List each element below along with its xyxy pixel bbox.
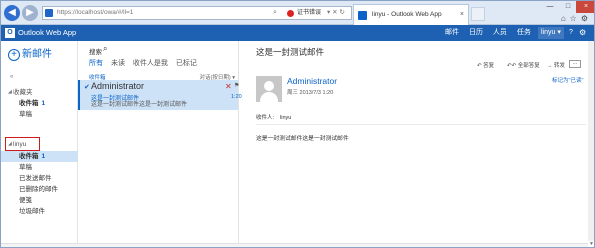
- close-window-button[interactable]: ×: [576, 1, 594, 13]
- reading-sender[interactable]: Administrator: [287, 76, 337, 86]
- minimize-button[interactable]: —: [541, 1, 559, 13]
- nav-tasks[interactable]: 任务: [517, 29, 531, 36]
- avatar: [256, 76, 282, 102]
- filter-bar: 所有 未读 收件人是我 已标记: [89, 58, 203, 68]
- fav-folder-inbox[interactable]: 收件箱 1: [1, 98, 78, 109]
- unread-count: 1: [41, 153, 46, 160]
- reply-all-button[interactable]: ↶↶ 全部答复: [507, 61, 540, 69]
- new-tab-button[interactable]: [471, 7, 485, 21]
- folder-sent[interactable]: 已发送邮件: [1, 173, 78, 184]
- message-preview: 这是一封测试邮件这是一封测试邮件: [91, 102, 188, 108]
- user-menu[interactable]: linyu ▾: [541, 25, 561, 41]
- folder-label: 草稿: [19, 111, 32, 118]
- refresh-icon[interactable]: ▾ ✕ ↻: [327, 7, 345, 19]
- new-mail-label: 新邮件: [22, 49, 52, 60]
- scroll-down-icon[interactable]: ▼: [589, 241, 594, 247]
- search-input[interactable]: 搜索: [89, 46, 102, 56]
- message-list-pane: 搜索 ⌕ 所有 未读 收件人是我 已标记 收件箱 对话(按日期) ▾ ✔ Adm…: [78, 41, 242, 247]
- home-favorites-settings-icons[interactable]: ⌂☆⚙: [561, 14, 592, 23]
- owa-header: O Outlook Web App 邮件 日历 人员 任务 linyu ▾ ? …: [1, 25, 594, 41]
- forward-button[interactable]: → 转发: [547, 61, 565, 69]
- filter-flagged[interactable]: 已标记: [176, 60, 197, 67]
- folder-junk[interactable]: 垃圾邮件: [1, 206, 78, 217]
- folder-label: 已删除的邮件: [19, 186, 58, 193]
- help-icon[interactable]: ?: [569, 25, 573, 41]
- fav-folder-drafts[interactable]: 草稿: [1, 109, 78, 120]
- horizontal-scrollbar[interactable]: [1, 243, 588, 247]
- check-icon[interactable]: ✔: [84, 83, 90, 91]
- address-bar[interactable]: https://localhost/owa/#/ll=1 ⌕ 证书错误 ▾ ✕ …: [42, 6, 352, 20]
- reading-date: 周三 2013/7/3 1:20: [287, 90, 334, 96]
- avatar-head: [264, 81, 274, 91]
- app-nav: 邮件 日历 人员 任务: [445, 25, 539, 41]
- folder-label: 垃圾邮件: [19, 208, 45, 215]
- app-title: Outlook Web App: [18, 28, 77, 37]
- favorites-label: 收藏夹: [13, 89, 33, 96]
- folder-label: 已发送邮件: [19, 175, 52, 182]
- browser-toolbar: ◀ ▶ https://localhost/owa/#/ll=1 ⌕ 证书错误 …: [1, 1, 594, 25]
- forward-icon[interactable]: ▶: [22, 5, 38, 21]
- mark-read-link[interactable]: 标记为"已读": [552, 76, 583, 84]
- back-icon[interactable]: ◀: [4, 5, 20, 21]
- reading-subject: 这是一封测试邮件: [256, 47, 325, 57]
- reply-button[interactable]: ↶ 答复: [477, 61, 494, 69]
- nav-calendar[interactable]: 日历: [469, 29, 483, 36]
- cert-error-icon[interactable]: [287, 10, 294, 17]
- avatar-body: [260, 92, 278, 102]
- tab-title: linyu - Outlook Web App: [372, 11, 442, 18]
- recipient-line: 收件人: linyu: [256, 113, 291, 121]
- cert-error-label[interactable]: 证书错误: [297, 7, 321, 19]
- reading-pane: 这是一封测试邮件 ↶ 答复 ↶↶ 全部答复 → 转发 ··· 标记为"已读" A…: [239, 41, 594, 247]
- tab-close-icon[interactable]: ×: [460, 5, 464, 25]
- to-value[interactable]: linyu: [280, 115, 291, 121]
- folder-label: 收件箱: [19, 100, 39, 107]
- nav-mail[interactable]: 邮件: [445, 29, 459, 36]
- to-label: 收件人:: [256, 115, 275, 121]
- collapse-icon[interactable]: «: [10, 74, 13, 80]
- more-actions-button[interactable]: ···: [569, 60, 581, 68]
- plus-icon: +: [8, 49, 20, 61]
- browser-window: ◀ ▶ https://localhost/owa/#/ll=1 ⌕ 证书错误 …: [0, 0, 595, 248]
- filter-unread[interactable]: 未读: [111, 60, 125, 67]
- outlook-logo-icon: O: [5, 28, 15, 38]
- site-icon: [45, 9, 53, 17]
- settings-icon[interactable]: ⚙: [579, 25, 586, 41]
- folder-label: 草稿: [19, 164, 32, 171]
- divider: [256, 124, 586, 125]
- folder-notes[interactable]: 便笺: [1, 195, 78, 206]
- delete-icon[interactable]: ✕: [225, 82, 232, 91]
- filter-all[interactable]: 所有: [89, 60, 103, 67]
- highlight-box: [5, 137, 40, 151]
- url-text: https://localhost/owa/#/ll=1: [57, 9, 134, 16]
- outlook-tab-icon: [358, 11, 367, 20]
- message-body: 这是一封测试邮件这是一封测试邮件: [256, 136, 349, 142]
- folder-label: 收件箱: [19, 153, 39, 160]
- maximize-button[interactable]: □: [559, 1, 577, 13]
- message-item[interactable]: ✔ Administrator 这是一封测试邮件 这是一封测试邮件这是一封测试邮…: [78, 80, 242, 110]
- expand-triangle-icon: ◢: [8, 89, 12, 95]
- folder-deleted[interactable]: 已删除的邮件: [1, 184, 78, 195]
- message-sender: Administrator: [91, 81, 145, 91]
- folder-label: 便笺: [19, 197, 32, 204]
- new-mail-button[interactable]: + 新邮件: [8, 45, 52, 61]
- search-icon[interactable]: ⌕: [273, 7, 277, 19]
- favorites-group[interactable]: ◢ 收藏夹: [1, 87, 78, 98]
- browser-tab[interactable]: linyu - Outlook Web App ×: [353, 4, 469, 25]
- folder-inbox[interactable]: 收件箱 1: [1, 151, 78, 162]
- search-icon[interactable]: ⌕: [103, 44, 107, 54]
- filter-to-me[interactable]: 收件人是我: [133, 60, 168, 67]
- unread-count: 1: [41, 100, 46, 107]
- vertical-scrollbar[interactable]: [588, 41, 594, 241]
- folder-pane: + 新邮件 « ◢ 收藏夹 收件箱 1 草稿 ◢ linyu 收件箱 1 草稿 已发送…: [1, 41, 78, 247]
- folder-drafts[interactable]: 草稿: [1, 162, 78, 173]
- nav-people[interactable]: 人员: [493, 29, 507, 36]
